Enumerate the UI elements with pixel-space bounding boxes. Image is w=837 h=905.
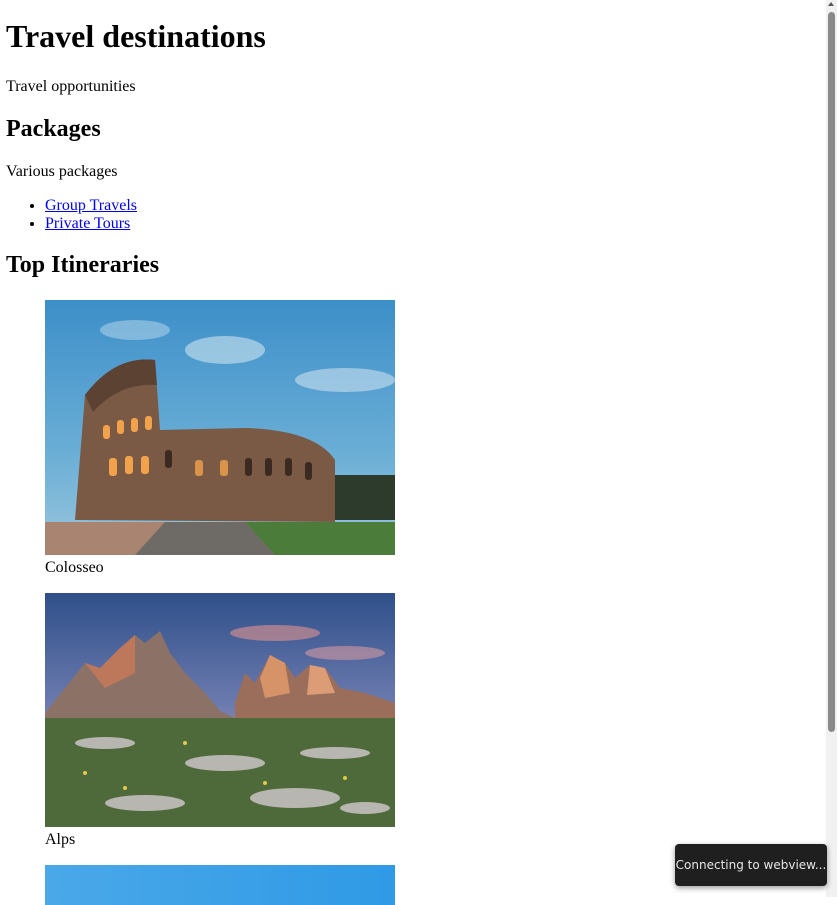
group-travels-link[interactable]: Group Travels [45,197,137,214]
colosseum-photo [45,300,395,555]
itinerary-alps: Alps [45,593,395,849]
private-tours-link[interactable]: Private Tours [45,215,130,232]
scrollbar-thumb[interactable] [828,12,835,732]
vertical-scrollbar[interactable] [826,0,837,897]
itinerary-caption: Alps [45,831,76,848]
connecting-toast: Connecting to webview... [675,844,827,886]
list-item: Group Travels [45,197,137,215]
itinerary-caption: Colosseo [45,559,104,576]
packages-description: Various packages [6,163,118,180]
itinerary-colosseo: Colosseo [45,300,395,577]
list-item: Private Tours [45,215,137,233]
packages-list: Group Travels Private Tours [6,197,137,233]
itinerary-third [45,865,395,905]
itineraries-heading: Top Itineraries [6,252,160,278]
page-subtitle: Travel opportunities [6,78,136,95]
scroll-up-arrow-icon[interactable] [828,2,834,6]
sky-photo-partial [45,865,395,905]
packages-heading: Packages [6,116,101,142]
alps-mountains-photo [45,593,395,827]
page-title: Travel destinations [6,18,266,54]
